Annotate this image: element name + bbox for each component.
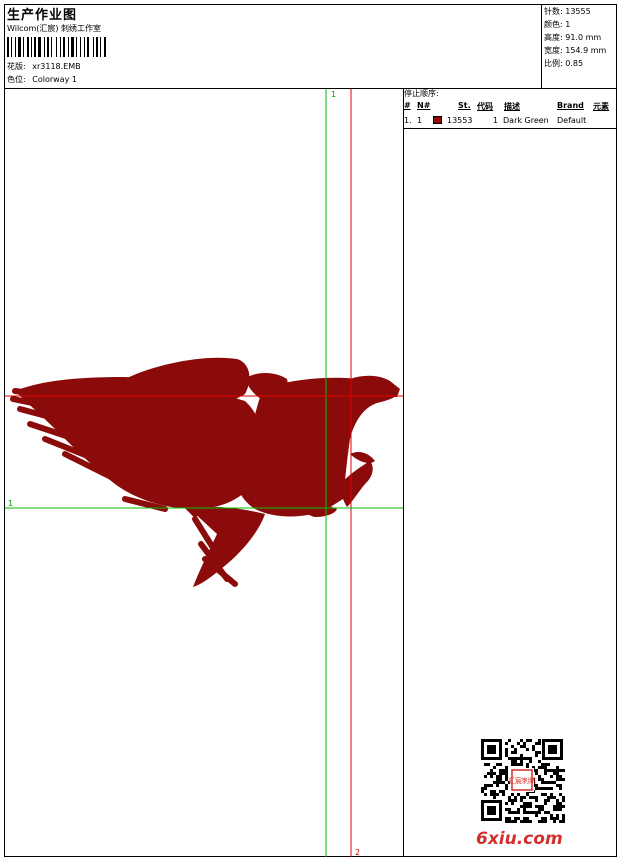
stat-scale: 比例: 0.85 [544, 59, 584, 68]
stats-block: 针数: 13555 颜色: 1 高度: 91.0 mm 宽度: 154.9 mm… [544, 5, 606, 70]
color-swatch [433, 116, 442, 124]
stat-height: 高度: 91.0 mm [544, 33, 602, 42]
guide-marker-v1: 1 [331, 90, 336, 99]
qr-code: 汇宸刺绣 [479, 737, 565, 823]
table-row: 1. 1 13553 1 Dark Green Default [404, 116, 617, 127]
row-stitches: 13553 [447, 116, 473, 125]
stat-colors: 颜色: 1 [544, 20, 571, 29]
stop-sequence-header: # N# St. 代码 描述 Brand 元素 [404, 101, 617, 113]
design-file-row: 花版: xr3118.EMB [7, 62, 81, 72]
col-description: 描述 [504, 102, 520, 111]
col-needle: N# [417, 101, 431, 110]
watermark-text: 6xiu.com [476, 829, 563, 849]
col-stitches: St. [458, 101, 471, 110]
eagle-embroidery [10, 357, 400, 587]
barcode [7, 37, 106, 57]
col-number: # [404, 101, 411, 110]
row-code: 1 [493, 116, 499, 125]
company-name: Wilcom(汇宸) 刺绣工作室 [7, 24, 102, 33]
stat-stitches: 针数: 13555 [544, 7, 591, 16]
seal-text: 汇宸刺绣 [508, 776, 536, 785]
row-number: 1. [404, 116, 412, 125]
col-brand: Brand [557, 101, 584, 110]
colorway-row: 色位: Colorway 1 [7, 75, 77, 85]
col-code: 代码 [477, 102, 493, 111]
stop-sequence-title: 停止顺序: [404, 89, 439, 98]
stats-divider [541, 4, 542, 88]
table-bottom-line [403, 128, 617, 129]
panel-divider [403, 88, 404, 857]
colorway-label: 色位: [7, 75, 26, 84]
colorway-value: Colorway 1 [32, 75, 77, 84]
design-canvas: 1 2 1 [5, 89, 403, 857]
guide-marker-v2: 2 [355, 848, 360, 857]
row-needle: 1 [417, 116, 423, 125]
row-description: Dark Green [503, 116, 549, 125]
design-value: xr3118.EMB [32, 62, 81, 71]
guide-marker-h1: 1 [8, 499, 13, 508]
col-element: 元素 [593, 102, 609, 111]
row-brand: Default [557, 116, 587, 125]
page-title: 生产作业图 [7, 8, 78, 23]
design-label: 花版: [7, 62, 26, 71]
stat-width: 宽度: 154.9 mm [544, 46, 607, 55]
